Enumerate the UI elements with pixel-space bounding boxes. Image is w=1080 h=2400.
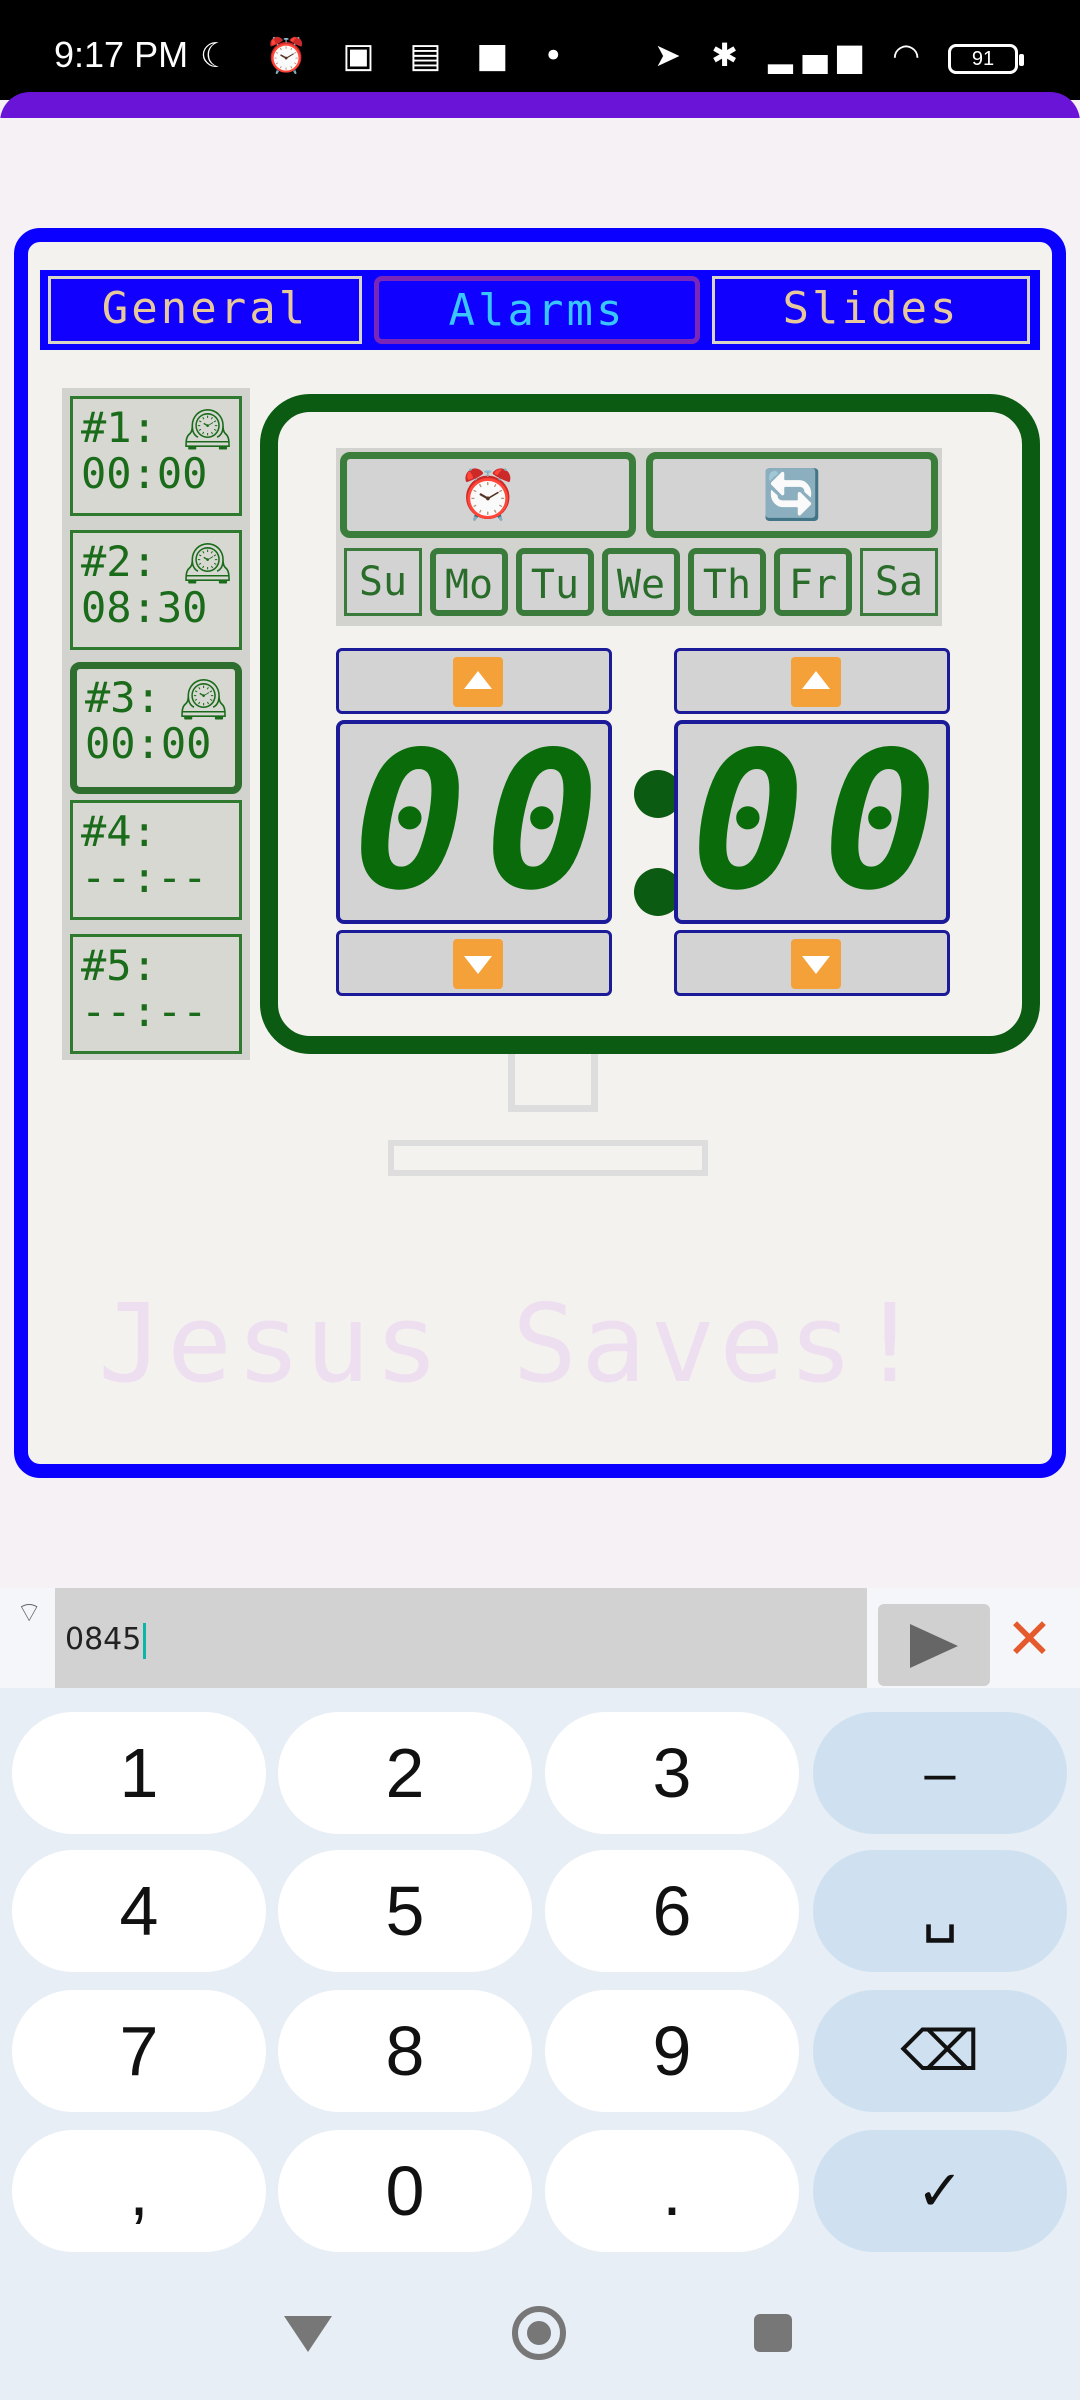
key-5[interactable]: 5: [278, 1850, 532, 1972]
alarm-label: #4:: [81, 807, 157, 856]
key-4[interactable]: 4: [12, 1850, 266, 1972]
editor-toolbar: ⏰ 🔄 Su Mo Tu We Th Fr Sa: [336, 448, 942, 626]
number-input-field[interactable]: 0845: [55, 1588, 867, 1688]
hour-digit-ones: 0: [484, 720, 600, 924]
day-toggle-monday[interactable]: Mo: [430, 548, 508, 616]
key-2[interactable]: 2: [278, 1712, 532, 1834]
status-bar: 9:17 PM ☾ ⏰ ▣ ▤ ■ • ➤ ✱ ▂▄▆ ◠ 91: [0, 0, 1080, 100]
tab-alarms[interactable]: Alarms: [374, 276, 700, 344]
alarm-clock-icon: ⏰: [458, 467, 518, 523]
alarm-item-5[interactable]: #5: --:--: [70, 934, 242, 1054]
alarm-item-2[interactable]: #2: 08:30 🕰: [70, 530, 242, 650]
day-toggle-wednesday[interactable]: We: [602, 548, 680, 616]
key-minus[interactable]: –: [813, 1712, 1067, 1834]
alarm-item-3[interactable]: #3: 00:00 🕰: [70, 662, 242, 794]
close-icon[interactable]: ✕: [1006, 1610, 1053, 1670]
alarm-time: 08:30: [81, 583, 208, 632]
minute-digit-ones: 0: [822, 720, 938, 924]
alarm-item-1[interactable]: #1: 00:00 🕰: [70, 396, 242, 516]
arrow-up-icon: [791, 657, 841, 707]
arrow-up-icon: [453, 657, 503, 707]
alarm-label: #5:: [81, 941, 157, 990]
system-nav-bar: [0, 2270, 1080, 2400]
mantel-clock-icon: 🕰: [182, 541, 233, 587]
day-toggle-friday[interactable]: Fr: [774, 548, 852, 616]
battery-icon: 91: [948, 44, 1024, 74]
key-9[interactable]: 9: [545, 1990, 799, 2112]
key-0[interactable]: 0: [278, 2130, 532, 2252]
input-value: 0845: [65, 1622, 142, 1657]
key-8[interactable]: 8: [278, 1990, 532, 2112]
key-1[interactable]: 1: [12, 1712, 266, 1834]
mantel-clock-icon: 🕰: [178, 677, 229, 723]
hour-digit-tens: 0: [352, 720, 468, 924]
notification-icons: ☾ ⏰ ▣ ▤ ■ •: [200, 36, 576, 76]
minute-down-button[interactable]: [674, 930, 950, 996]
wifi-icon: ⌔: [16, 1596, 43, 1629]
alarm-toggle-button[interactable]: ⏰: [340, 452, 636, 538]
alarm-time: --:--: [81, 987, 208, 1036]
alarm-time: 00:00: [81, 449, 208, 498]
key-7[interactable]: 7: [12, 1990, 266, 2112]
tab-slides[interactable]: Slides: [712, 276, 1030, 344]
tab-bar: General Alarms Slides: [40, 270, 1040, 350]
hour-up-button[interactable]: [336, 648, 612, 714]
tab-general[interactable]: General: [48, 276, 362, 344]
alarm-editor: ⏰ 🔄 Su Mo Tu We Th Fr Sa 0 0 0 0: [260, 394, 1040, 1054]
minute-up-button[interactable]: [674, 648, 950, 714]
repeat-icon: 🔄: [762, 467, 822, 523]
back-icon[interactable]: [284, 2316, 332, 2352]
done-key[interactable]: ✓: [813, 2130, 1067, 2252]
repeat-toggle-button[interactable]: 🔄: [646, 452, 938, 538]
status-time: 9:17 PM: [54, 34, 189, 75]
text-caret: [143, 1622, 147, 1659]
key-period[interactable]: .: [545, 2130, 799, 2252]
recents-icon[interactable]: [754, 2314, 792, 2352]
hour-down-button[interactable]: [336, 930, 612, 996]
keyboard-input-bar: ⌔ 0845 ✕: [0, 1588, 1080, 1688]
key-space[interactable]: ␣: [813, 1850, 1067, 1972]
day-toggle-thursday[interactable]: Th: [688, 548, 766, 616]
watermark-text: Jesus Saves!: [98, 1282, 927, 1407]
alarm-time: 00:00: [85, 719, 212, 768]
arrow-down-icon: [453, 939, 503, 989]
settings-frame: Jesus Saves! General Alarms Slides #1: 0…: [14, 228, 1066, 1478]
key-3[interactable]: 3: [545, 1712, 799, 1834]
backspace-key[interactable]: ⌫: [813, 1990, 1067, 2112]
minute-digit-tens: 0: [690, 720, 806, 924]
alarm-list: #1: 00:00 🕰 #2: 08:30 🕰 #3: 00:00 🕰 #4: …: [62, 388, 250, 1060]
hour-display: 0 0: [336, 720, 612, 924]
key-comma[interactable]: ,: [12, 2130, 266, 2252]
minute-display: 0 0: [674, 720, 950, 924]
send-button[interactable]: [878, 1604, 990, 1686]
watermark-monitor-base: [388, 1140, 708, 1176]
day-toggle-tuesday[interactable]: Tu: [516, 548, 594, 616]
system-status-icons: ➤ ✱ ▂▄▆ ◠: [654, 36, 930, 74]
key-6[interactable]: 6: [545, 1850, 799, 1972]
arrow-down-icon: [791, 939, 841, 989]
alarm-item-4[interactable]: #4: --:--: [70, 800, 242, 920]
day-toggle-saturday[interactable]: Sa: [860, 548, 938, 616]
home-icon[interactable]: [512, 2306, 566, 2360]
day-toggle-sunday[interactable]: Su: [344, 548, 422, 616]
alarm-time: --:--: [81, 853, 208, 902]
mantel-clock-icon: 🕰: [182, 407, 233, 453]
